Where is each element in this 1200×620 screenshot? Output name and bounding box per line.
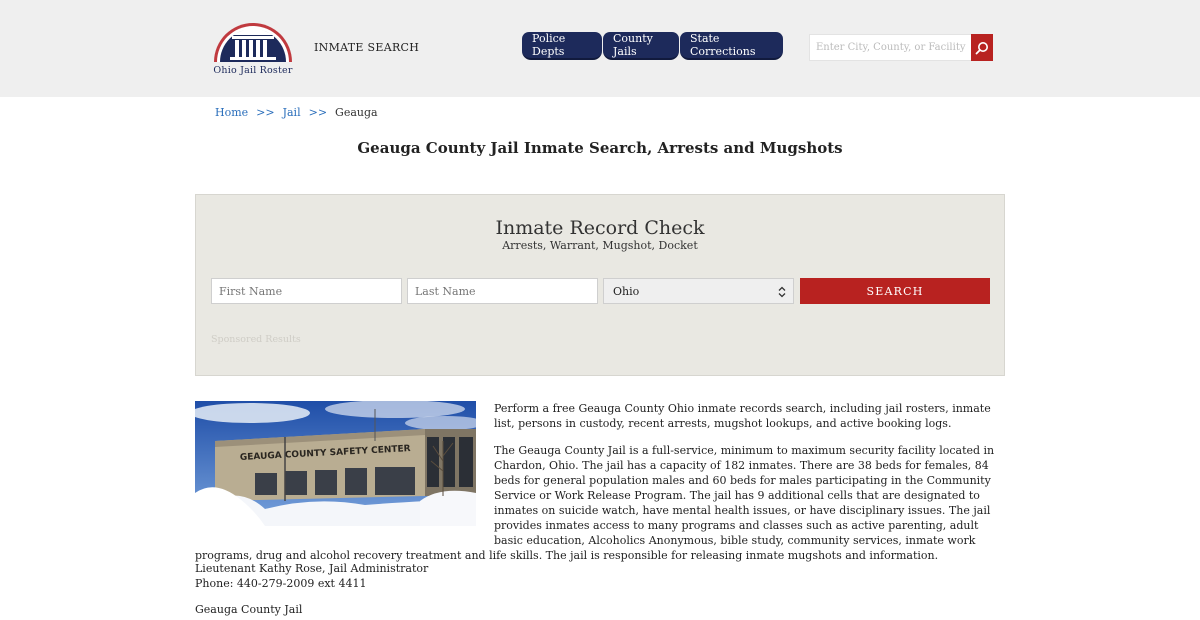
magnifier-icon — [975, 41, 988, 54]
inmate-record-check-panel: Inmate Record Check Arrests, Warrant, Mu… — [195, 194, 1005, 376]
breadcrumb-separator: >> — [308, 106, 328, 119]
nav-county-jails[interactable]: County Jails — [603, 32, 679, 60]
contact-phone: Phone: 440-279-2009 ext 4411 — [195, 577, 367, 590]
last-name-input[interactable] — [408, 279, 597, 303]
inmate-search-button[interactable]: SEARCH — [800, 278, 990, 304]
panel-subtitle: Arrests, Warrant, Mugshot, Docket — [502, 239, 698, 252]
inmate-search-link[interactable]: INMATE SEARCH — [314, 41, 419, 54]
site-header: Ohio Jail Roster INMATE SEARCH Police De… — [0, 0, 1200, 97]
nav-police-depts[interactable]: Police Depts — [522, 32, 602, 60]
contact-name: Lieutenant Kathy Rose, Jail Administrato… — [195, 562, 429, 575]
first-name-field — [211, 278, 402, 304]
facility-search-button[interactable] — [971, 34, 993, 61]
jail-description: Perform a free Geauga County Ohio inmate… — [195, 401, 1005, 575]
facility-search-input[interactable] — [810, 35, 971, 60]
breadcrumb-current: Geauga — [335, 106, 378, 119]
logo-text: Ohio Jail Roster — [213, 65, 293, 76]
state-select[interactable]: Ohio — [603, 278, 794, 304]
breadcrumb-jail[interactable]: Jail — [283, 106, 301, 119]
contact-info: Lieutenant Kathy Rose, Jail Administrato… — [195, 561, 428, 591]
last-name-field — [407, 278, 598, 304]
page-title: Geauga County Jail Inmate Search, Arrest… — [357, 139, 843, 157]
jail-name: Geauga County Jail — [195, 603, 303, 616]
sponsored-results-label: Sponsored Results — [211, 334, 301, 345]
breadcrumb: Home >> Jail >> Geauga — [215, 106, 378, 119]
chevron-updown-icon — [778, 286, 786, 298]
panel-title: Inmate Record Check — [495, 217, 705, 239]
main-nav: Police Depts County Jails State Correcti… — [522, 32, 784, 60]
breadcrumb-separator: >> — [256, 106, 275, 119]
first-name-input[interactable] — [212, 279, 401, 303]
site-logo[interactable]: Ohio Jail Roster — [208, 18, 298, 78]
courthouse-logo-icon — [214, 23, 292, 62]
nav-state-corrections[interactable]: State Corrections — [680, 32, 783, 60]
state-select-value: Ohio — [613, 284, 640, 298]
breadcrumb-home[interactable]: Home — [215, 106, 248, 119]
facility-search-box — [809, 34, 971, 61]
